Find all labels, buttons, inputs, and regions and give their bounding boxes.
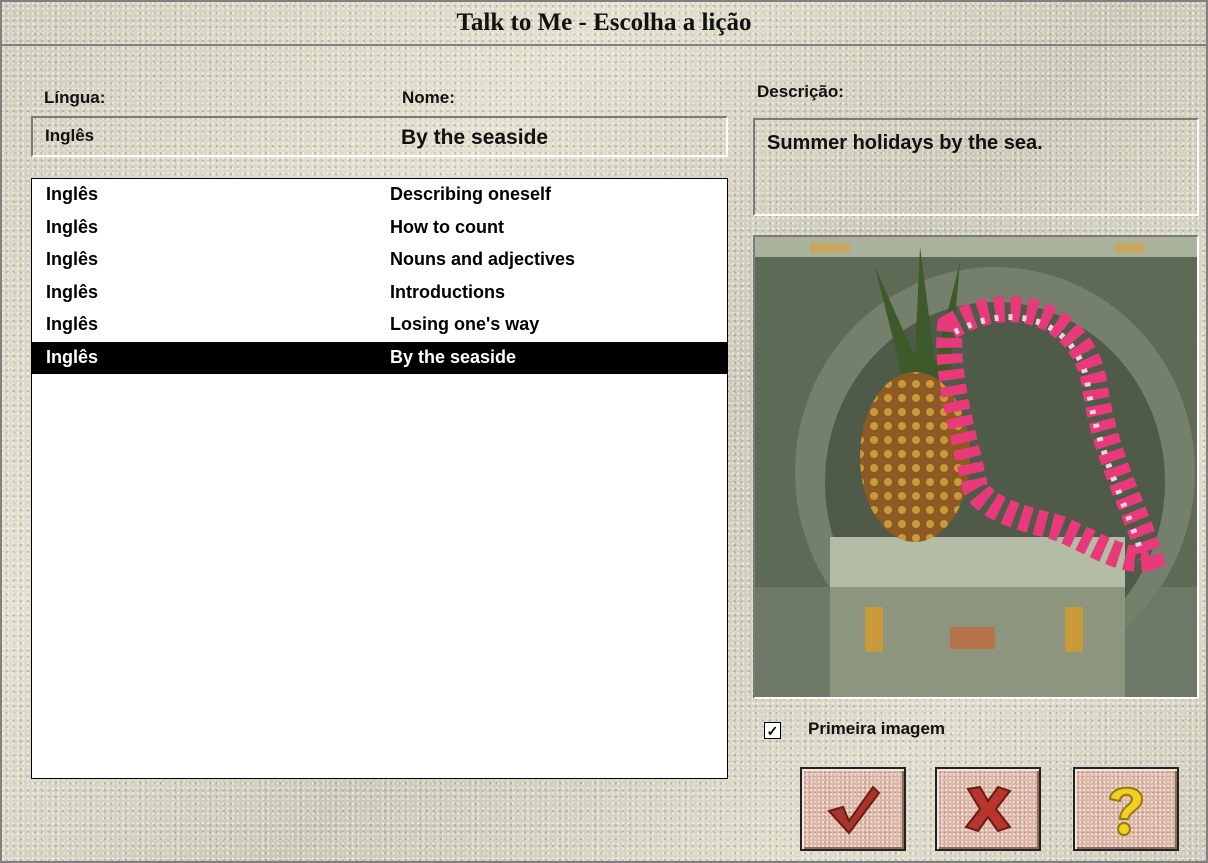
cross-icon: [964, 785, 1012, 833]
lesson-list-row[interactable]: Inglês Losing one's way: [32, 309, 727, 342]
current-lingua: Inglês: [45, 126, 95, 145]
lesson-nome: By the seaside: [390, 346, 517, 367]
dialog-window: Talk to Me - Escolha a lição Língua: Nom…: [0, 0, 1208, 863]
lesson-nome: Introductions: [390, 281, 505, 302]
lesson-list-row[interactable]: Inglês How to count: [32, 212, 727, 245]
lesson-lingua: Inglês: [46, 346, 99, 367]
lesson-list-row[interactable]: Inglês By the seaside: [32, 341, 727, 374]
question-icon: [1108, 786, 1144, 836]
title-bar: Talk to Me - Escolha a lição: [2, 2, 1206, 46]
label-descricao: Descrição:: [757, 82, 844, 101]
primeira-imagem-label[interactable]: Primeira imagem: [808, 719, 945, 739]
lesson-lingua: Inglês: [46, 184, 99, 204]
lesson-lingua: Inglês: [46, 281, 99, 302]
lesson-list-row[interactable]: Inglês Nouns and adjectives: [32, 244, 727, 277]
description-field: Summer holidays by the sea.: [753, 118, 1199, 216]
lesson-picture-image: [755, 237, 1197, 697]
lesson-list[interactable]: Inglês Describing oneself Inglês How to cou…: [31, 178, 728, 779]
lesson-nome: Describing oneself: [390, 184, 552, 204]
primeira-imagem-checkbox[interactable]: ✓: [764, 722, 781, 739]
lesson-nome: How to count: [390, 216, 504, 237]
lesson-picture: [753, 235, 1199, 699]
lesson-list-row[interactable]: Inglês Describing oneself: [32, 179, 727, 212]
label-nome: Nome:: [402, 88, 455, 107]
label-lingua: Língua:: [44, 88, 106, 107]
ok-button[interactable]: [800, 767, 906, 851]
lesson-lingua: Inglês: [46, 216, 99, 237]
lesson-lingua: Inglês: [46, 314, 99, 334]
current-nome: By the seaside: [401, 126, 549, 149]
help-button[interactable]: [1073, 767, 1179, 851]
lesson-list-row[interactable]: Inglês Introductions: [32, 277, 727, 310]
window-title: Talk to Me - Escolha a lição: [456, 9, 752, 36]
lesson-lingua: Inglês: [46, 249, 99, 269]
description-text: Summer holidays by the sea.: [767, 132, 1043, 154]
checkbox-mark: ✓: [766, 722, 779, 739]
current-lesson-field: Inglês By the seaside: [31, 116, 728, 157]
cancel-button[interactable]: [935, 767, 1041, 851]
checkmark-icon: [827, 785, 881, 835]
lesson-nome: Losing one's way: [390, 314, 540, 334]
lesson-nome: Nouns and adjectives: [390, 249, 576, 269]
